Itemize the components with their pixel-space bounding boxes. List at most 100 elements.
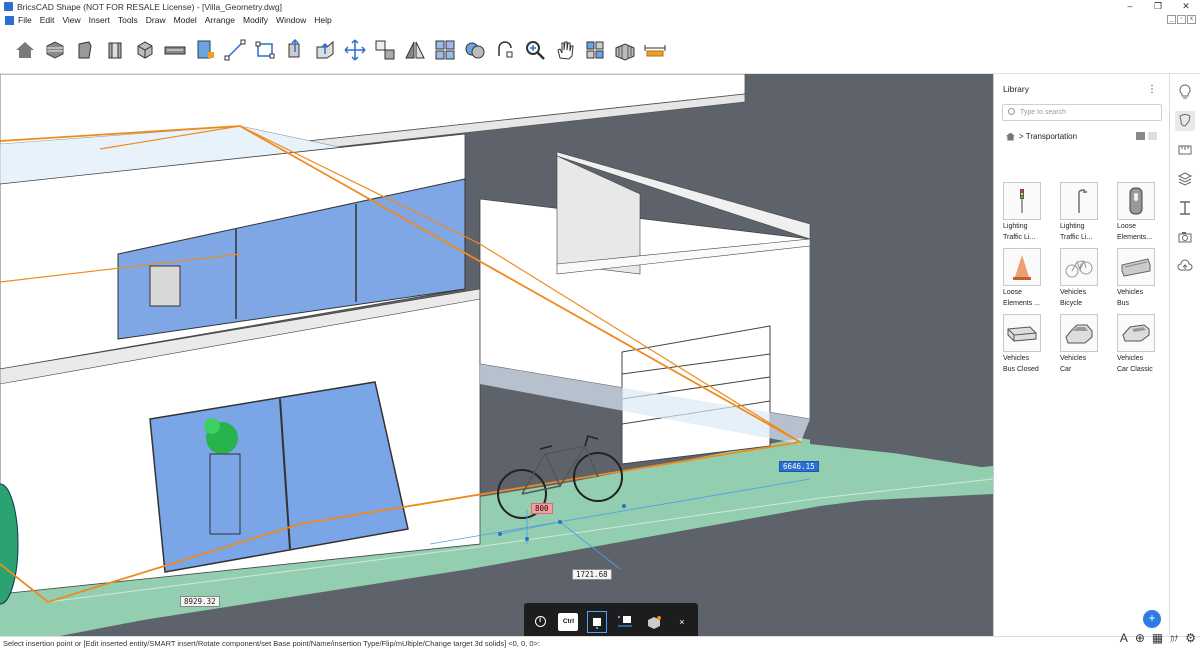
library-item-bus[interactable]: Vehicles Bus: [1117, 248, 1163, 308]
mirror-icon[interactable]: [400, 33, 430, 67]
library-item-line2: Elements...: [1117, 234, 1153, 241]
car-icon: [1060, 314, 1098, 352]
menu-model[interactable]: Model: [174, 15, 197, 25]
library-panel-icon[interactable]: [1175, 111, 1195, 131]
target-solid-button[interactable]: [643, 611, 663, 633]
camera-icon[interactable]: [1175, 227, 1195, 247]
library-grid: Lighting Traffic Li... Lighting Traffic …: [1003, 182, 1163, 374]
copy-icon[interactable]: [370, 33, 400, 67]
home-icon[interactable]: [10, 33, 40, 67]
grid-icon[interactable]: ▦: [1152, 631, 1163, 645]
library-item-line1: Vehicles: [1117, 289, 1144, 296]
main-toolbar: [0, 27, 1200, 74]
dimension-icon[interactable]: [640, 33, 670, 67]
search-icon: [1008, 108, 1015, 115]
wall-icon[interactable]: [100, 33, 130, 67]
library-item-car[interactable]: Vehicles Car: [1060, 314, 1106, 374]
bus-icon: [1117, 248, 1155, 286]
quick-action-bar: i Ctrl ×: [524, 603, 698, 640]
move-icon[interactable]: [340, 33, 370, 67]
menu-arrange[interactable]: Arrange: [205, 15, 235, 25]
library-item-line1: Vehicles: [1060, 355, 1087, 362]
properties-icon[interactable]: [580, 33, 610, 67]
list-view-icon[interactable]: [1148, 132, 1157, 140]
library-item-traffic-light[interactable]: Lighting Traffic Li...: [1003, 182, 1049, 242]
font-size-label[interactable]: A: [1120, 631, 1128, 645]
breadcrumb-current[interactable]: > Transportation: [1019, 132, 1077, 141]
library-item-sign[interactable]: Loose Elements...: [1117, 182, 1163, 242]
menu-modify[interactable]: Modify: [243, 15, 268, 25]
minimize-button[interactable]: –: [1116, 0, 1144, 13]
cloud-icon[interactable]: [1175, 256, 1195, 276]
doc-restore-button[interactable]: ▫: [1177, 15, 1186, 24]
section-icon[interactable]: [1175, 198, 1195, 218]
library-item-line1: Lighting: [1003, 223, 1028, 230]
doc-close-button[interactable]: x: [1187, 15, 1196, 24]
close-window-button[interactable]: ✕: [1172, 0, 1200, 13]
library-search-input[interactable]: Type to search: [1002, 104, 1162, 121]
grid-view-icon[interactable]: [1136, 132, 1145, 140]
doc-minimize-button[interactable]: _: [1167, 15, 1176, 24]
menu-file[interactable]: File: [18, 15, 32, 25]
box-stack-icon[interactable]: [40, 33, 70, 67]
library-item-line2: Bus Closed: [1003, 366, 1039, 373]
status-tray: A ⊕ ▦ ｶﾅ ⚙: [1120, 631, 1196, 645]
line-icon[interactable]: [220, 33, 250, 67]
app-icon: [4, 2, 13, 11]
rotate-icon[interactable]: [490, 33, 520, 67]
extrude-icon[interactable]: [310, 33, 340, 67]
insert-point-button[interactable]: [586, 610, 608, 633]
library-item-bicycle[interactable]: Vehicles Bicycle: [1060, 248, 1106, 308]
library-item-line2: Traffic Li...: [1003, 234, 1036, 241]
library-item-bus-closed[interactable]: Vehicles Bus Closed: [1003, 314, 1049, 374]
maximize-button[interactable]: ❐: [1144, 0, 1172, 13]
dimension-label-length[interactable]: 8929.32: [180, 596, 220, 607]
layers-icon[interactable]: [1175, 169, 1195, 189]
menu-window[interactable]: Window: [276, 15, 306, 25]
menu-edit[interactable]: Edit: [40, 15, 55, 25]
ctrl-toggle-button[interactable]: Ctrl: [558, 611, 579, 633]
component-icon[interactable]: [610, 33, 640, 67]
slab-icon[interactable]: [160, 33, 190, 67]
boolean-icon[interactable]: [460, 33, 490, 67]
zoom-icon[interactable]: [520, 33, 550, 67]
library-item-line2: Bus: [1117, 300, 1130, 307]
menu-tools[interactable]: Tools: [118, 15, 138, 25]
library-item-traffic-cone[interactable]: Loose Elements ...: [1003, 248, 1049, 308]
library-add-button[interactable]: +: [1143, 610, 1161, 628]
dimension-label-distance[interactable]: 1721.68: [572, 569, 612, 580]
pan-icon[interactable]: [550, 33, 580, 67]
menu-draw[interactable]: Draw: [146, 15, 166, 25]
sign-icon: [1117, 182, 1155, 220]
title-bar: BricsCAD Shape (NOT FOR RESALE License) …: [0, 0, 1200, 13]
lightbulb-icon[interactable]: [1175, 82, 1195, 102]
cube-icon[interactable]: [130, 33, 160, 67]
dimension-label-primary[interactable]: 6646.15: [779, 461, 819, 472]
traffic-light-icon: [1003, 182, 1041, 220]
command-prompt[interactable]: Select insertion point or [Edit inserted…: [3, 639, 540, 648]
library-breadcrumb: > Transportation: [1006, 132, 1077, 141]
close-quickbar-button[interactable]: ×: [672, 611, 692, 633]
info-button[interactable]: i: [530, 611, 550, 633]
library-title: Library: [1003, 84, 1029, 94]
dimension-label-height[interactable]: 800: [531, 503, 553, 514]
push-pull-icon[interactable]: [280, 33, 310, 67]
home-icon[interactable]: [1006, 132, 1015, 141]
door-icon[interactable]: [190, 33, 220, 67]
rectangle-icon[interactable]: [250, 33, 280, 67]
menu-view[interactable]: View: [62, 15, 80, 25]
library-item-line1: Vehicles: [1060, 289, 1087, 296]
library-item-street-lamp[interactable]: Lighting Traffic Li...: [1060, 182, 1106, 242]
array-icon[interactable]: [430, 33, 460, 67]
settings-gear-icon[interactable]: ⚙: [1185, 631, 1196, 645]
menu-help[interactable]: Help: [314, 15, 331, 25]
library-menu-button[interactable]: ⋮: [1147, 84, 1157, 95]
align-button[interactable]: [615, 611, 635, 633]
3d-viewport[interactable]: 6646.15 800 1721.68 8929.32: [0, 74, 993, 636]
snap-icon[interactable]: ⊕: [1135, 631, 1145, 645]
menu-insert[interactable]: Insert: [89, 15, 110, 25]
cylinder-icon[interactable]: [70, 33, 100, 67]
ime-label[interactable]: ｶﾅ: [1170, 633, 1178, 644]
ruler-icon[interactable]: [1175, 140, 1195, 160]
library-item-car-classic[interactable]: Vehicles Car Classic: [1117, 314, 1163, 374]
